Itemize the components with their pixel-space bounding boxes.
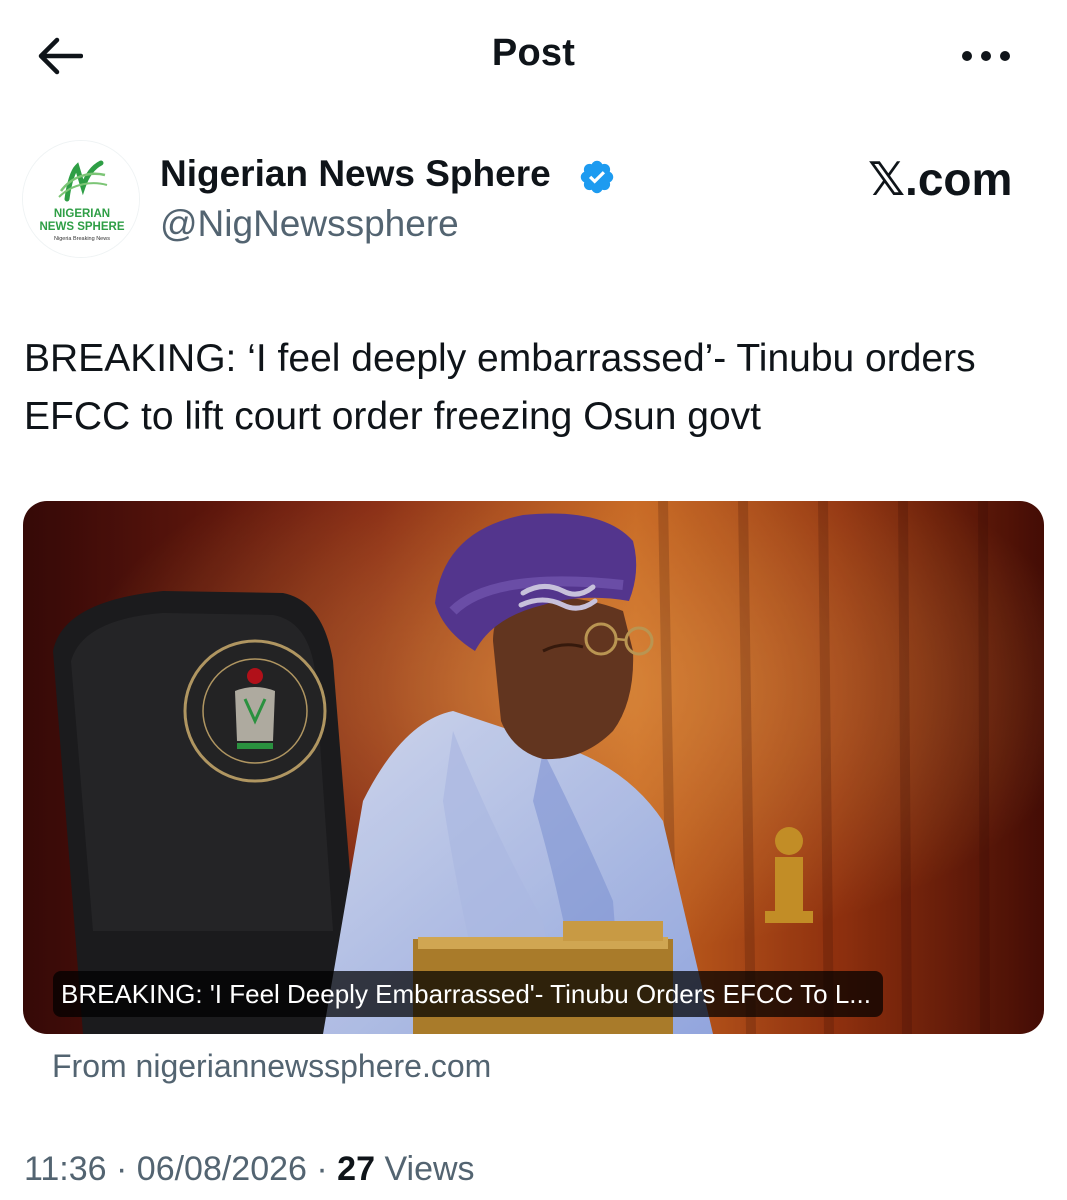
- post-time[interactable]: 11:36: [24, 1150, 107, 1188]
- link-card-title: BREAKING: 'I Feel Deeply Embarrassed'- T…: [53, 971, 883, 1017]
- more-options-button[interactable]: [954, 34, 1018, 78]
- link-card-source[interactable]: From nigeriannewssphere.com: [52, 1048, 491, 1085]
- avatar[interactable]: NIGERIAN NEWS SPHERE Nigeria Breaking Ne…: [22, 140, 140, 258]
- ellipsis-icon: [962, 51, 1010, 61]
- meta-separator: ·: [106, 1150, 137, 1188]
- verified-badge-icon: [580, 160, 614, 194]
- news-sphere-logo: NIGERIAN NEWS SPHERE Nigeria Breaking Ne…: [23, 141, 139, 257]
- link-card-image[interactable]: BREAKING: 'I Feel Deeply Embarrassed'- T…: [23, 501, 1044, 1034]
- post-page: Post NIGERIAN NEWS SPHERE Nigeria Breaki…: [0, 0, 1067, 1200]
- news-photo: [23, 501, 1044, 1034]
- page-title: Post: [491, 32, 576, 74]
- tweet-text: BREAKING: ‘I feel deeply embarrassed’- T…: [24, 337, 976, 438]
- post-date[interactable]: 06/08/2026: [137, 1150, 307, 1188]
- author-handle[interactable]: @NigNewssphere: [160, 203, 459, 245]
- views-count[interactable]: 27: [337, 1150, 375, 1188]
- x-com-watermark: 𝕏.com: [868, 153, 1013, 205]
- views-label: Views: [375, 1150, 475, 1188]
- logo-tagline: Nigeria Breaking News: [54, 236, 110, 242]
- logo-line1: NIGERIAN: [54, 208, 110, 220]
- author-name[interactable]: Nigerian News Sphere: [160, 153, 551, 195]
- top-bar: Post: [0, 0, 1067, 112]
- meta-separator: ·: [306, 1150, 338, 1188]
- logo-line2: NEWS SPHERE: [40, 221, 125, 233]
- post-meta: 11:36 · 06/08/2026 · 27 Views: [24, 1150, 475, 1189]
